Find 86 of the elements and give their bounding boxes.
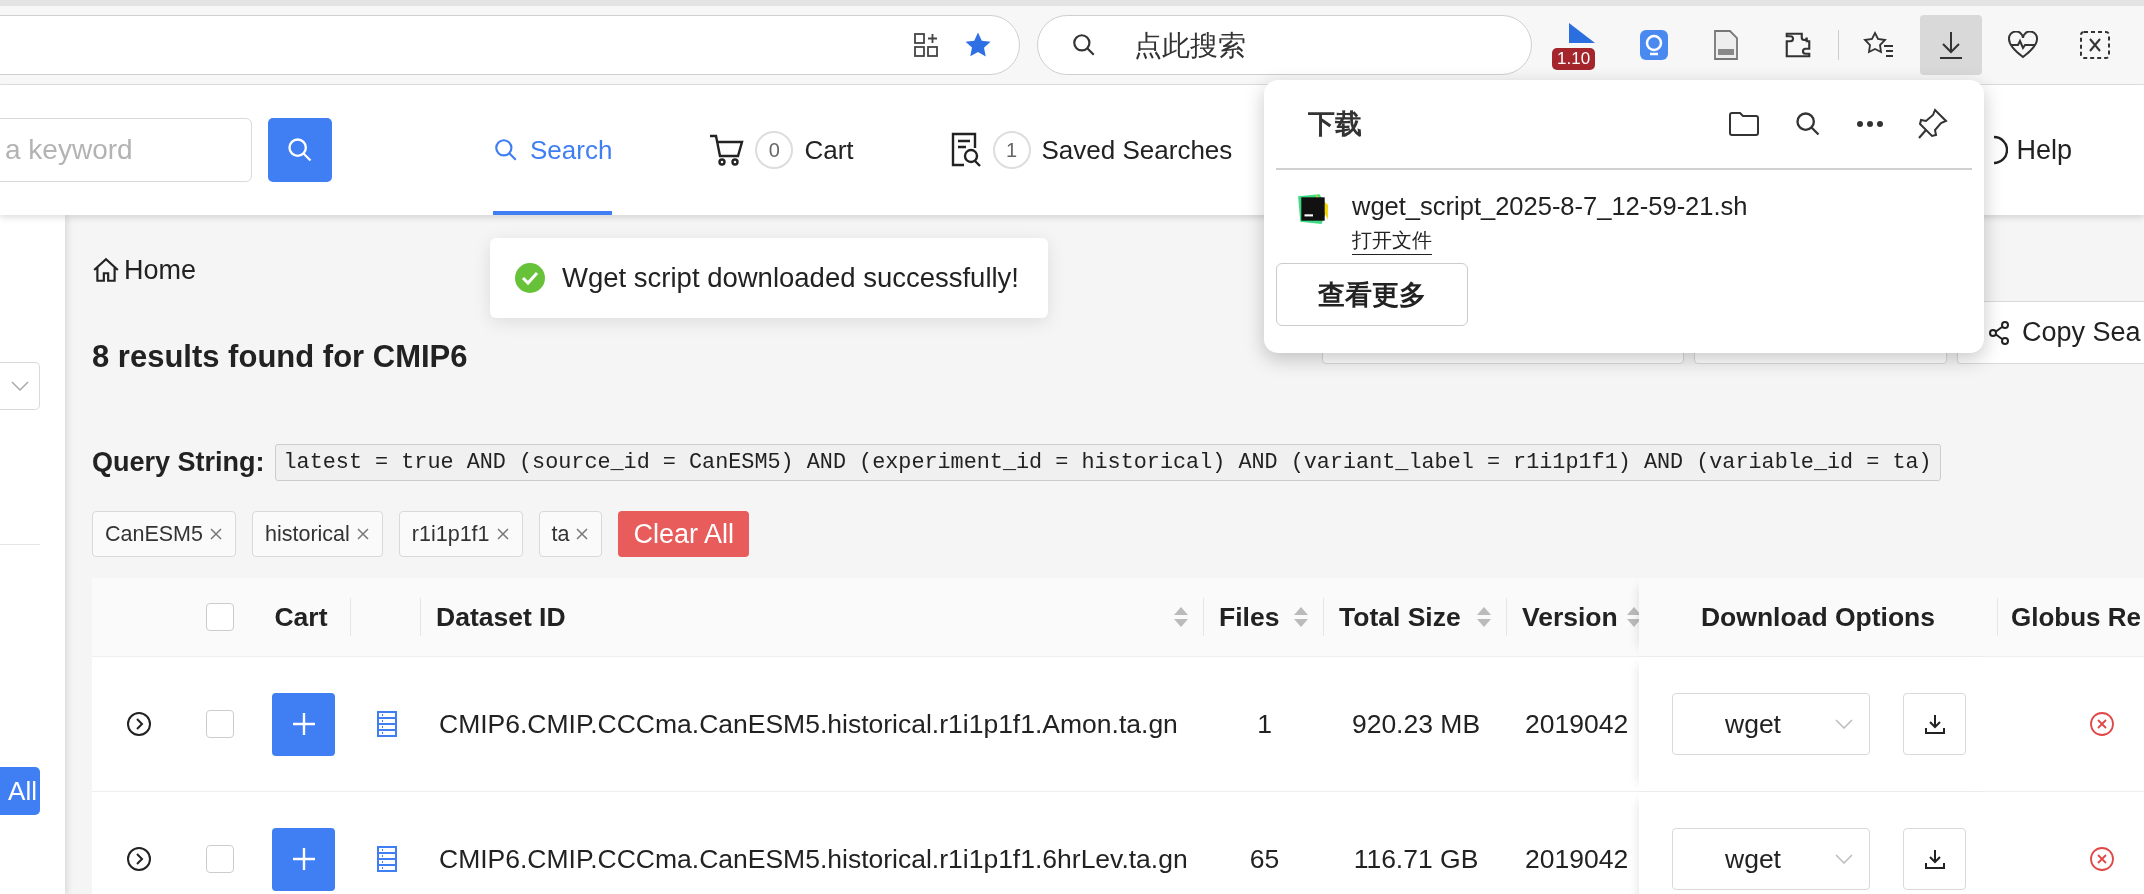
search-icon	[493, 137, 519, 163]
download-icon	[1923, 713, 1946, 735]
checkbox[interactable]	[206, 845, 234, 873]
search-field[interactable]: 点此搜索	[1037, 15, 1532, 75]
heart-pulse-icon[interactable]	[2007, 31, 2039, 59]
keyword-field[interactable]: a keyword	[0, 118, 252, 182]
checkbox[interactable]	[206, 603, 234, 631]
column-header: Version	[1522, 601, 1618, 633]
select-all-button[interactable]: All	[0, 767, 40, 815]
screenshot-icon[interactable]	[2079, 30, 2111, 60]
chevron-down-icon	[1835, 719, 1853, 729]
folder-icon[interactable]	[1728, 111, 1760, 137]
chevron-down-icon	[10, 381, 29, 391]
checkbox[interactable]	[206, 710, 234, 738]
home-link[interactable]: Home	[92, 255, 197, 285]
add-tab-icon[interactable]	[913, 32, 939, 58]
close-circle-icon[interactable]	[2089, 846, 2115, 872]
dataset-list-icon[interactable]	[376, 710, 398, 738]
saved-search-icon	[949, 131, 982, 169]
close-icon[interactable]	[355, 527, 370, 541]
table-cell-text: CMIP6.CMIP.CCCma.CanESM5.historical.r1i1p1f1.6hrLev.ta.gn	[438, 843, 1189, 875]
add-to-cart-button[interactable]	[272, 692, 335, 756]
nav-tab[interactable]: 1 Saved Searches	[949, 85, 1233, 215]
document-icon[interactable]	[1713, 29, 1739, 61]
close-icon[interactable]	[575, 527, 590, 541]
chevron-down-icon	[1835, 854, 1853, 864]
filter-tag[interactable]: CanESM5	[92, 511, 236, 557]
dropdown-field[interactable]	[0, 362, 40, 410]
close-icon[interactable]	[495, 527, 510, 541]
help-link[interactable]: Help	[1993, 134, 2072, 166]
column-header: Globus Re	[2011, 601, 2141, 633]
download-select[interactable]: wget	[1672, 828, 1870, 890]
success-icon	[514, 262, 546, 294]
file-name: wget_script_2025-8-7_12-59-21.sh	[1352, 192, 1748, 221]
favorites-icon[interactable]	[1863, 30, 1895, 60]
count-badge: 1	[992, 131, 1031, 169]
column-header: Total Size	[1339, 601, 1461, 633]
close-icon[interactable]	[209, 527, 223, 541]
toast-message: Wget script downloaded successfully!	[562, 262, 1019, 294]
table-cell-text: 920.23 MB	[1350, 708, 1482, 740]
search-icon	[1794, 110, 1822, 138]
share-icon	[1988, 320, 2010, 345]
table-cell-text: 65	[1248, 843, 1281, 875]
download-icon[interactable]	[1938, 30, 1964, 60]
column-header: Download Options	[1700, 601, 1936, 633]
table-cell-text: 1	[1256, 708, 1273, 740]
pin-icon[interactable]	[1918, 108, 1948, 140]
table-cell-text: 2019042	[1524, 708, 1630, 740]
table-cell-text: 116.71 GB	[1352, 843, 1480, 875]
column-header: Dataset ID	[436, 601, 566, 633]
flag-extension-icon[interactable]	[1567, 21, 1597, 45]
file-type-icon	[1296, 192, 1330, 226]
nav-tab[interactable]: 0 Cart	[708, 85, 854, 215]
expand-icon[interactable]	[126, 846, 152, 872]
filter-tag[interactable]: ta	[538, 511, 603, 557]
popup-title: 下载	[1308, 107, 1362, 141]
search-icon	[1071, 32, 1097, 58]
nav-tab[interactable]: Search	[493, 85, 613, 215]
search-button[interactable]	[268, 118, 332, 182]
cart-icon	[708, 133, 745, 167]
extensions-icon[interactable]	[1783, 30, 1813, 60]
see-more-button[interactable]: 查看更多	[1276, 263, 1468, 326]
home-icon	[92, 257, 120, 283]
add-to-cart-button[interactable]	[272, 827, 335, 891]
dataset-list-icon[interactable]	[376, 845, 398, 873]
filter-tag[interactable]: r1i1p1f1	[398, 511, 523, 557]
results-title: 8 results found for CMIP6	[92, 339, 468, 375]
filter-tag[interactable]: historical	[252, 511, 383, 557]
download-select[interactable]: wget	[1672, 693, 1870, 755]
column-header: Cart	[274, 601, 328, 633]
download-icon	[1923, 848, 1946, 870]
query-label: Query String:	[92, 447, 265, 478]
download-button[interactable]	[1903, 693, 1966, 755]
expand-icon[interactable]	[126, 711, 152, 737]
download-button[interactable]	[1903, 828, 1966, 890]
table-cell-text: CMIP6.CMIP.CCCma.CanESM5.historical.r1i1p1f1.Amon.ta.gn	[438, 708, 1179, 740]
table-cell-text: 2019042	[1524, 843, 1630, 875]
bulb-extension-icon[interactable]	[1639, 29, 1669, 61]
version-badge: 1.10	[1552, 48, 1596, 70]
query-string: latest = true AND (source_id = CanESM5) AND (experiment_id = historical) AND (variant_label = r1i1p1f1) AND (variable_id = ta)	[274, 444, 1941, 481]
close-circle-icon[interactable]	[2089, 711, 2115, 737]
column-header: Files	[1219, 601, 1280, 633]
open-file-link[interactable]: 打开文件	[1352, 227, 1432, 255]
count-badge: 0	[755, 131, 794, 169]
search-icon	[286, 136, 314, 164]
more-icon[interactable]	[1856, 120, 1884, 128]
